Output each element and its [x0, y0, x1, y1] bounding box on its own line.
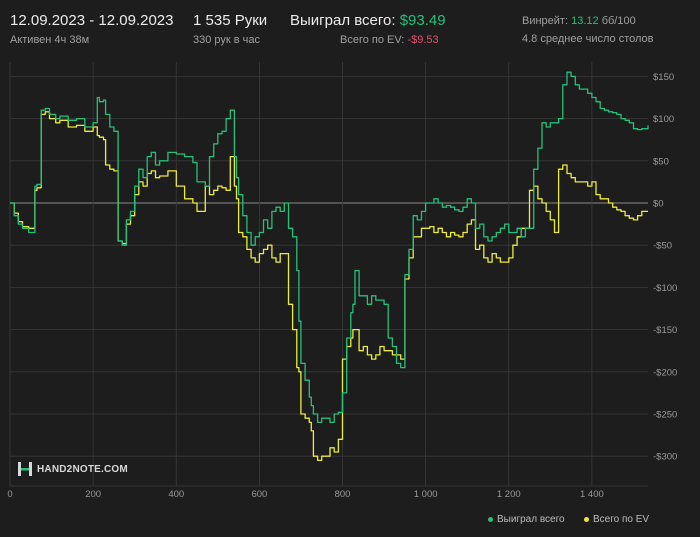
winrate-unit: бб/100: [601, 15, 636, 27]
y-tick-label: -$100: [653, 283, 677, 294]
y-tick-label: $100: [653, 114, 674, 125]
x-tick-label: 800: [335, 489, 351, 500]
y-tick-label: $50: [653, 156, 669, 167]
y-tick-label: -$250: [653, 410, 677, 421]
won-total: Выиграл всего: $93.49: [290, 12, 446, 29]
y-tick-label: -$50: [653, 241, 672, 252]
stats-header: 12.09.2023 - 12.09.2023 Активен 4ч 38м 1…: [0, 0, 700, 52]
hand2note-logo: HAND2NOTE.COM: [18, 462, 128, 476]
ev-total: Всего по EV: -$9.53: [340, 34, 439, 46]
won-total-label: Выиграл всего:: [290, 12, 396, 29]
x-tick-label: 200: [85, 489, 101, 500]
hands-per-hour: 330 рук в час: [193, 34, 261, 46]
legend-dot-won: [488, 516, 493, 522]
x-tick-label: 1 200: [497, 489, 521, 500]
x-tick-label: 600: [251, 489, 267, 500]
legend-label-ev: Всего по EV: [593, 514, 650, 525]
y-tick-label: $150: [653, 72, 674, 83]
y-axis-ticks: $150 $100 $50 $0 -$50 -$100 -$150 -$200 -$250 -$3…: [653, 72, 677, 463]
x-axis-ticks: 0 200 400 600 800 1 000 1 200 1 400: [7, 489, 603, 500]
y-tick-label: -$200: [653, 367, 677, 378]
y-tick-label: -$150: [653, 325, 677, 336]
legend-label-won: Выиграл всего: [497, 514, 565, 525]
legend-item-won[interactable]: Выиграл всего: [488, 514, 565, 525]
x-tick-label: 400: [168, 489, 184, 500]
hand2note-logo-text: HAND2NOTE.COM: [37, 463, 128, 475]
avg-tables: 4.8 среднее число столов: [522, 33, 654, 45]
winrate-label: Винрейт:: [522, 15, 569, 27]
y-tick-label: -$300: [653, 452, 677, 463]
ev-total-value: -$9.53: [407, 34, 439, 46]
y-tick-label: $0: [653, 199, 664, 210]
chart-lines: [10, 71, 649, 462]
x-tick-label: 1 000: [414, 489, 438, 500]
legend-dot-ev: [584, 516, 589, 522]
active-time: Активен 4ч 38м: [10, 34, 90, 46]
winrate: Винрейт: 13.12 бб/100: [522, 15, 636, 27]
date-range: 12.09.2023 - 12.09.2023: [10, 12, 174, 29]
legend-item-ev[interactable]: Всего по EV: [584, 514, 649, 525]
series-line-ev: [10, 111, 648, 462]
x-tick-label: 0: [7, 489, 12, 500]
winrate-value: 13.12: [571, 15, 599, 27]
series-line-won: [10, 71, 649, 424]
ev-total-label: Всего по EV:: [340, 34, 405, 46]
hand2note-logo-icon: [18, 462, 32, 476]
chart-grid: [9, 62, 648, 487]
won-total-value: $93.49: [399, 12, 446, 29]
hands-count: 1 535 Руки: [193, 12, 268, 29]
x-tick-label: 1 400: [580, 489, 604, 500]
